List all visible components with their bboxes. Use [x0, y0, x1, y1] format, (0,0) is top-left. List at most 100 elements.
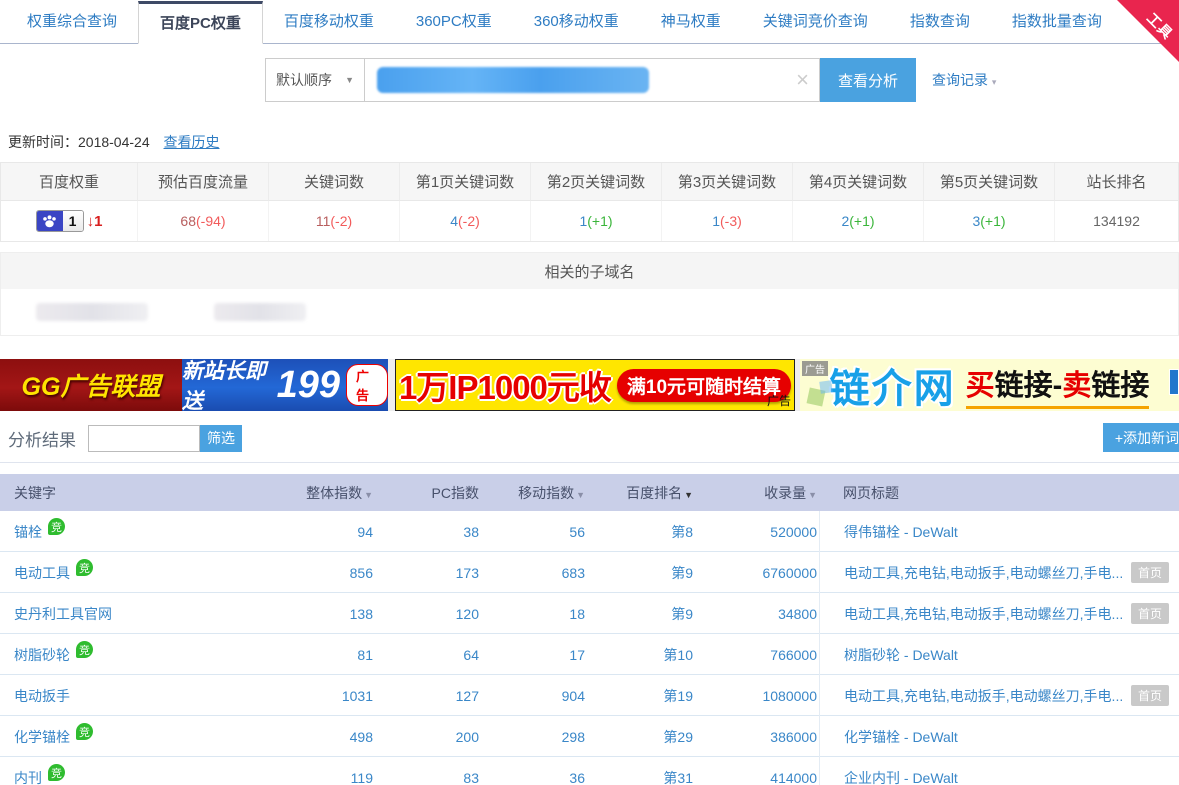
mobile-index-value: 17	[481, 647, 587, 663]
baidu-rank-value: 第9	[587, 563, 699, 583]
page-title-cell: 电动工具,充电钻,电动扳手,电动螺丝刀,手电... 首页	[819, 552, 1179, 593]
indexed-count-value: 414000	[699, 770, 819, 785]
page-title-link[interactable]: 电动工具,充电钻,电动扳手,电动螺丝刀,手电...	[844, 686, 1125, 706]
keyword-cell: 化学锚栓 竞	[0, 727, 300, 747]
keyword-count-cell: 11(-2)	[269, 201, 400, 241]
add-new-word-button[interactable]: +添加新词	[1103, 423, 1179, 452]
tab-weight-overview[interactable]: 权重综合查询	[6, 1, 138, 43]
ad3-ad-tag: 广告	[802, 361, 828, 376]
tab-360-mobile-weight[interactable]: 360移动权重	[513, 1, 640, 43]
ad-banner-link-market[interactable]: 广告 链介网 买链接-卖链接	[800, 359, 1179, 411]
bid-badge-icon: 竞	[76, 641, 93, 658]
keyword-link[interactable]: 树脂砂轮	[14, 645, 70, 665]
ad-banner-gg-alliance[interactable]: GG广告联盟 新站长即送 199 广告	[0, 359, 388, 411]
paw-icon-svg	[42, 215, 57, 228]
keyword-link[interactable]: 内刊	[14, 768, 42, 785]
baidu-rank-value: 第31	[587, 768, 699, 785]
ad-banner-ip-buy[interactable]: 1万IP1000元收 满10元可随时结算 广告	[395, 359, 795, 411]
top-tab-bar: 权重综合查询 百度PC权重 百度移动权重 360PC权重 360移动权重 神马权…	[0, 0, 1179, 44]
ad3-decor-box	[1169, 369, 1179, 395]
page-title-link[interactable]: 得伟锚栓 - DeWalt	[844, 522, 1177, 542]
sort-caret-icon[interactable]: ▼	[808, 490, 817, 500]
page-title-link[interactable]: 电动工具,充电钻,电动扳手,电动螺丝刀,手电...	[844, 604, 1125, 624]
keyword-link[interactable]: 锚栓	[14, 522, 42, 542]
page-title-link[interactable]: 树脂砂轮 - DeWalt	[844, 645, 1177, 665]
table-row: 电动工具 竞 856 173 683 第9 6760000 电动工具,充电钻,电…	[0, 552, 1179, 593]
stats-value-row: 1 ↓1 68(-94) 11(-2) 4(-2) 1(+1) 1(-3) 2(…	[1, 201, 1178, 241]
bid-badge-icon: 竞	[76, 559, 93, 576]
analyze-button[interactable]: 查看分析	[820, 58, 916, 102]
mobile-index-value: 56	[481, 524, 587, 540]
pc-index-value: 173	[375, 565, 481, 581]
table-row: 史丹利工具官网 竞 138 120 18 第9 34800 电动工具,充电钻,电…	[0, 593, 1179, 634]
indexed-count-value: 766000	[699, 647, 819, 663]
page-title-link[interactable]: 电动工具,充电钻,电动扳手,电动螺丝刀,手电...	[844, 563, 1125, 583]
sort-caret-icon[interactable]: ▼	[364, 490, 373, 500]
indexed-count-value: 6760000	[699, 565, 819, 581]
keyword-link[interactable]: 史丹利工具官网	[14, 604, 112, 624]
stats-header: 预估百度流量	[138, 163, 269, 201]
page-title-link[interactable]: 企业内刊 - DeWalt	[844, 768, 1177, 785]
stats-header: 第5页关键词数	[924, 163, 1055, 201]
tab-keyword-bid-query[interactable]: 关键词竞价查询	[742, 1, 889, 43]
page-title-cell: 得伟锚栓 - DeWalt 首页	[819, 511, 1179, 552]
col-header-pc-index: PC指数▼	[375, 483, 481, 503]
domain-input[interactable]: ×	[365, 58, 820, 102]
page-title-link[interactable]: 化学锚栓 - DeWalt	[844, 727, 1177, 747]
ad1-brand: GG广告联盟	[22, 367, 161, 403]
search-bar: 默认顺序 ▼ × 查看分析 查询记录 ▾	[265, 58, 1179, 102]
overall-index-value: 856	[300, 565, 375, 581]
page3-keywords-cell: 1(-3)	[662, 201, 793, 241]
redacted-domain-value	[377, 67, 649, 93]
tab-shenma-weight[interactable]: 神马权重	[640, 1, 742, 43]
mobile-index-value: 18	[481, 606, 587, 622]
analysis-result-label: 分析结果	[8, 426, 76, 451]
query-history-label: 查询记录	[932, 72, 988, 88]
update-time-row: 更新时间：2018-04-24 查看历史	[8, 132, 1179, 152]
filter-input[interactable]	[88, 425, 200, 452]
subdomains-title: 相关的子域名	[1, 253, 1178, 289]
tab-index-query[interactable]: 指数查询	[889, 1, 991, 43]
stats-header: 第1页关键词数	[400, 163, 531, 201]
order-dropdown[interactable]: 默认顺序 ▼	[265, 58, 365, 102]
clear-icon[interactable]: ×	[796, 69, 809, 91]
baidu-rank-value: 第8	[587, 522, 699, 542]
tab-baidu-pc-weight[interactable]: 百度PC权重	[138, 1, 263, 44]
keyword-link[interactable]: 电动扳手	[14, 686, 70, 706]
query-history-link[interactable]: 查询记录 ▾	[932, 70, 996, 90]
tab-baidu-mobile-weight[interactable]: 百度移动权重	[263, 1, 395, 43]
sort-caret-icon[interactable]: ▼	[576, 490, 585, 500]
col-header-baidu-rank[interactable]: 百度排名▼	[587, 483, 699, 503]
page1-keywords-cell: 4(-2)	[400, 201, 531, 241]
table-row: 锚栓 竞 94 38 56 第8 520000 得伟锚栓 - DeWalt 首页	[0, 511, 1179, 552]
ad1-ad-tag: 广告	[346, 364, 388, 406]
section-divider	[0, 462, 1179, 463]
tab-index-batch-query[interactable]: 指数批量查询	[991, 1, 1123, 43]
table-row: 电动扳手 竞 1031 127 904 第19 1080000 电动工具,充电钻…	[0, 675, 1179, 716]
col-header-indexed[interactable]: 收录量▼	[699, 483, 819, 503]
keyword-link[interactable]: 化学锚栓	[14, 727, 70, 747]
view-history-link[interactable]: 查看历史	[164, 134, 220, 150]
overall-index-value: 81	[300, 647, 375, 663]
keyword-cell: 史丹利工具官网 竞	[0, 604, 300, 624]
sort-caret-icon[interactable]: ▼	[684, 490, 693, 500]
keyword-cell: 内刊 竞	[0, 768, 300, 785]
stats-header: 第3页关键词数	[662, 163, 793, 201]
update-date: 2018-04-24	[78, 134, 150, 150]
keyword-link[interactable]: 电动工具	[14, 563, 70, 583]
redacted-subdomain-link[interactable]	[36, 303, 148, 321]
pc-index-value: 38	[375, 524, 481, 540]
keyword-cell: 电动工具 竞	[0, 563, 300, 583]
col-header-mobile-index[interactable]: 移动指数▼	[481, 483, 587, 503]
tab-360-pc-weight[interactable]: 360PC权重	[395, 1, 513, 43]
chevron-down-icon: ▼	[345, 75, 354, 85]
page4-keywords-cell: 2(+1)	[793, 201, 924, 241]
redacted-subdomain-link[interactable]	[214, 303, 306, 321]
page2-keywords-cell: 1(+1)	[531, 201, 662, 241]
results-header-row: 关键字 整体指数▼ PC指数▼ 移动指数▼ 百度排名▼ 收录量▼ 网页标题	[0, 474, 1179, 511]
col-header-overall-index[interactable]: 整体指数▼	[300, 483, 375, 503]
baidu-weight-cell: 1 ↓1	[1, 201, 138, 241]
homepage-badge: 首页	[1131, 603, 1169, 624]
stats-header-row: 百度权重 预估百度流量 关键词数 第1页关键词数 第2页关键词数 第3页关键词数…	[1, 163, 1178, 201]
filter-button[interactable]: 筛选	[200, 425, 242, 452]
